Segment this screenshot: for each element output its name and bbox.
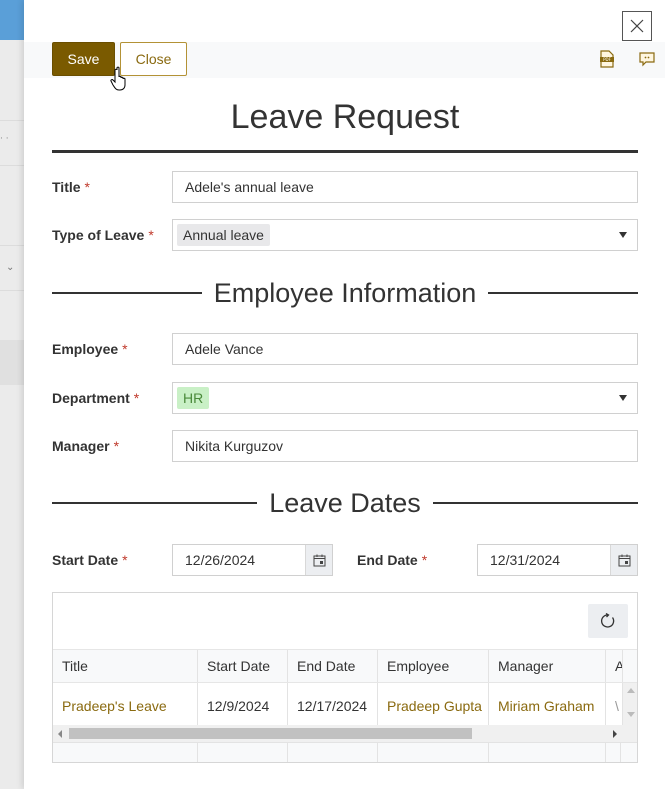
refresh-button[interactable]	[588, 604, 628, 638]
leave-dates-header: Leave Dates	[52, 485, 639, 521]
cell-partial: \	[606, 683, 623, 728]
calendar-icon	[618, 554, 630, 566]
divider	[0, 165, 24, 166]
employee-information-header: Employee Information	[52, 275, 639, 311]
department-chip: HR	[177, 387, 210, 409]
column-header-manager[interactable]: Manager	[489, 650, 606, 682]
column-header-partial[interactable]: A	[606, 650, 623, 682]
employee-label: Employee *	[52, 341, 128, 357]
section-title: Leave Dates	[269, 487, 421, 518]
start-date-label: Start Date *	[52, 552, 128, 568]
end-date-calendar-button[interactable]	[610, 545, 637, 575]
close-panel-button[interactable]	[622, 11, 652, 41]
grid-header-row: Title Start Date End Date Employee Manag…	[53, 649, 637, 683]
cell-manager[interactable]: Miriam Graham	[489, 683, 606, 728]
comment-icon[interactable]	[638, 50, 656, 68]
footer-cell	[198, 743, 288, 762]
toolbar: Save Close PDF	[24, 42, 665, 78]
chevron-down-icon: ⌄	[6, 262, 15, 273]
pdf-icon[interactable]: PDF	[598, 50, 616, 68]
divider	[0, 290, 24, 291]
dropdown-arrow-icon[interactable]	[619, 395, 627, 401]
start-date-calendar-button[interactable]	[305, 545, 332, 575]
footer-cell	[378, 743, 489, 762]
close-button[interactable]: Close	[120, 42, 187, 76]
cell-end-date: 12/17/2024	[288, 683, 378, 728]
divider	[52, 502, 258, 504]
scroll-down-arrow-icon[interactable]	[627, 712, 635, 717]
form-title: Leave Request	[230, 98, 460, 136]
background-header	[0, 0, 24, 40]
divider	[0, 245, 24, 246]
leave-requests-grid: Title Start Date End Date Employee Manag…	[52, 592, 638, 763]
scroll-up-arrow-icon[interactable]	[627, 688, 635, 693]
manager-input[interactable]: Nikita Kurguzov	[172, 430, 638, 462]
manager-label: Manager *	[52, 438, 120, 454]
scrollbar-thumb[interactable]	[69, 728, 472, 739]
footer-cell	[288, 743, 378, 762]
cell-start-date: 12/9/2024	[198, 683, 288, 728]
column-header-end-date[interactable]: End Date	[288, 650, 378, 682]
column-header-title[interactable]: Title	[53, 650, 198, 682]
end-date-label: End Date *	[357, 552, 428, 568]
type-of-leave-label: Type of Leave *	[52, 227, 154, 243]
type-of-leave-chip: Annual leave	[177, 224, 270, 246]
save-button[interactable]: Save	[52, 42, 115, 76]
cell-title[interactable]: Pradeep's Leave	[53, 683, 198, 728]
divider	[432, 502, 639, 504]
scroll-left-arrow-icon[interactable]	[58, 730, 62, 738]
footer-cell	[53, 743, 198, 762]
grid-footer-row	[53, 742, 637, 762]
cell-employee[interactable]: Pradeep Gupta	[378, 683, 489, 728]
start-date-picker[interactable]: 12/26/2024	[172, 544, 333, 576]
type-of-leave-select[interactable]: Annual leave	[172, 219, 638, 251]
column-header-start-date[interactable]: Start Date	[198, 650, 288, 682]
end-date-input[interactable]: 12/31/2024	[478, 545, 610, 575]
employee-input[interactable]: Adele Vance	[172, 333, 638, 365]
background-page: · · ⌄	[0, 0, 24, 789]
title-divider	[52, 150, 638, 153]
calendar-icon	[313, 554, 325, 566]
department-select[interactable]: HR	[172, 382, 638, 414]
start-date-input[interactable]: 12/26/2024	[173, 545, 305, 575]
department-label: Department *	[52, 390, 140, 406]
section-title: Employee Information	[213, 277, 477, 308]
horizontal-scrollbar[interactable]	[53, 725, 623, 742]
divider	[488, 292, 639, 294]
vertical-scrollbar[interactable]	[623, 683, 637, 742]
more-icon: · ·	[0, 134, 9, 144]
leave-request-panel: Save Close PDF Leave Request Title * Adel…	[24, 0, 665, 789]
dropdown-arrow-icon[interactable]	[619, 232, 627, 238]
svg-text:PDF: PDF	[603, 57, 611, 62]
footer-cell	[489, 743, 606, 762]
end-date-picker[interactable]: 12/31/2024	[477, 544, 638, 576]
table-row[interactable]: Pradeep's Leave 12/9/2024 12/17/2024 Pra…	[53, 683, 623, 728]
title-label: Title *	[52, 179, 90, 195]
title-input[interactable]: Adele's annual leave	[172, 171, 638, 203]
close-icon	[630, 19, 644, 33]
footer-cell	[606, 743, 621, 762]
divider	[52, 292, 202, 294]
column-header-employee[interactable]: Employee	[378, 650, 489, 682]
refresh-icon	[600, 613, 615, 628]
background-row	[0, 340, 24, 385]
scroll-right-arrow-icon[interactable]	[613, 730, 617, 738]
divider	[0, 120, 24, 121]
